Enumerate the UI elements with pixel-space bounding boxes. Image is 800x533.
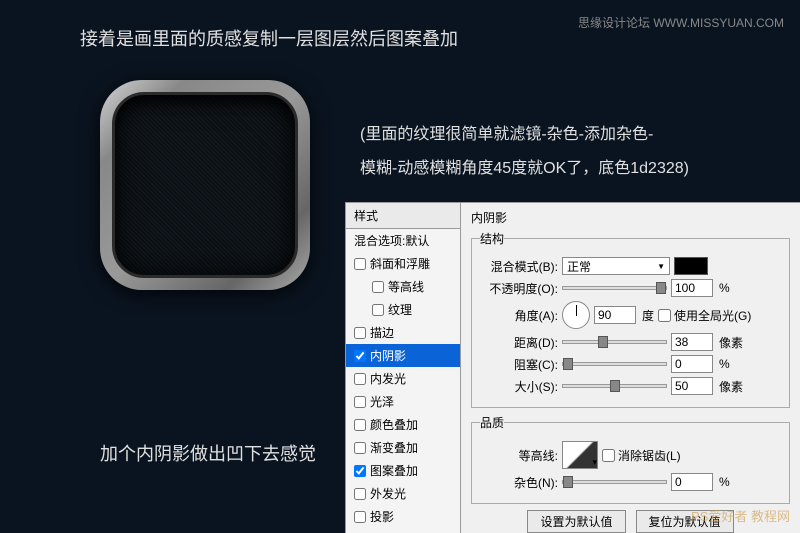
global-light-label[interactable]: 使用全局光(G) bbox=[658, 307, 751, 324]
anti-alias-label[interactable]: 消除锯齿(L) bbox=[602, 447, 681, 464]
drop-shadow-checkbox[interactable] bbox=[354, 511, 366, 523]
distance-slider[interactable] bbox=[562, 340, 667, 344]
noise-unit: % bbox=[719, 475, 730, 489]
angle-unit: 度 bbox=[642, 307, 654, 324]
global-light-checkbox[interactable] bbox=[658, 309, 671, 322]
styles-list: 样式 混合选项:默认 斜面和浮雕 等高线 纹理 描边 内阴影 内发光 光泽 颜色… bbox=[346, 203, 461, 533]
inner-shadow-properties: 内阴影 结构 混合模式(B): 正常 不透明度(O): % 角度(A): bbox=[461, 203, 800, 533]
size-slider[interactable] bbox=[562, 384, 667, 388]
style-satin[interactable]: 光泽 bbox=[346, 390, 460, 413]
choke-label: 阻塞(C): bbox=[480, 356, 558, 373]
blend-mode-select[interactable]: 正常 bbox=[562, 257, 670, 275]
style-color-overlay[interactable]: 颜色叠加 bbox=[346, 413, 460, 436]
contour-checkbox[interactable] bbox=[372, 281, 384, 293]
style-pattern-overlay[interactable]: 图案叠加 bbox=[346, 459, 460, 482]
angle-label: 角度(A): bbox=[480, 307, 558, 324]
quality-legend: 品质 bbox=[480, 414, 504, 431]
style-bevel[interactable]: 斜面和浮雕 bbox=[346, 252, 460, 275]
opacity-slider[interactable] bbox=[562, 286, 667, 290]
noise-label: 杂色(N): bbox=[480, 474, 558, 491]
angle-input[interactable] bbox=[594, 306, 636, 324]
corner-watermark: PS爱好者 教程网 bbox=[691, 506, 790, 525]
panel-title: 内阴影 bbox=[471, 209, 790, 226]
choke-slider[interactable] bbox=[562, 362, 667, 366]
gradient-overlay-checkbox[interactable] bbox=[354, 442, 366, 454]
opacity-input[interactable] bbox=[671, 279, 713, 297]
opacity-unit: % bbox=[719, 281, 730, 295]
style-texture[interactable]: 纹理 bbox=[346, 298, 460, 321]
noise-slider[interactable] bbox=[562, 480, 667, 484]
pattern-overlay-checkbox[interactable] bbox=[354, 465, 366, 477]
contour-picker[interactable] bbox=[562, 441, 598, 469]
distance-label: 距离(D): bbox=[480, 334, 558, 351]
angle-dial[interactable] bbox=[562, 301, 590, 329]
outer-glow-checkbox[interactable] bbox=[354, 488, 366, 500]
inner-glow-checkbox[interactable] bbox=[354, 373, 366, 385]
shadow-color-swatch[interactable] bbox=[674, 257, 708, 275]
style-blend-options[interactable]: 混合选项:默认 bbox=[346, 229, 460, 252]
texture-checkbox[interactable] bbox=[372, 304, 384, 316]
choke-input[interactable] bbox=[671, 355, 713, 373]
explanation-line-1: (里面的纹理很简单就滤镜-杂色-添加杂色- bbox=[360, 118, 689, 152]
inner-shadow-checkbox[interactable] bbox=[354, 350, 366, 362]
styles-header: 样式 bbox=[346, 203, 460, 229]
opacity-label: 不透明度(O): bbox=[480, 280, 558, 297]
style-inner-shadow[interactable]: 内阴影 bbox=[346, 344, 460, 367]
blend-mode-label: 混合模式(B): bbox=[480, 258, 558, 275]
choke-unit: % bbox=[719, 357, 730, 371]
texture-explanation: (里面的纹理很简单就滤镜-杂色-添加杂色- 模糊-动感模糊角度45度就OK了，底… bbox=[360, 118, 689, 186]
style-contour[interactable]: 等高线 bbox=[346, 275, 460, 298]
style-outer-glow[interactable]: 外发光 bbox=[346, 482, 460, 505]
size-input[interactable] bbox=[671, 377, 713, 395]
quality-group: 品质 等高线: 消除锯齿(L) 杂色(N): % bbox=[471, 414, 790, 504]
distance-unit: 像素 bbox=[719, 334, 743, 351]
inner-shadow-note: 加个内阴影做出凹下去感觉 bbox=[100, 440, 316, 466]
contour-label: 等高线: bbox=[480, 447, 558, 464]
icon-preview bbox=[100, 80, 310, 290]
style-drop-shadow[interactable]: 投影 bbox=[346, 505, 460, 528]
structure-group: 结构 混合模式(B): 正常 不透明度(O): % 角度(A): 度 使用全局光… bbox=[471, 230, 790, 408]
satin-checkbox[interactable] bbox=[354, 396, 366, 408]
distance-input[interactable] bbox=[671, 333, 713, 351]
style-stroke[interactable]: 描边 bbox=[346, 321, 460, 344]
header-instruction: 接着是画里面的质感复制一层图层然后图案叠加 bbox=[80, 25, 458, 51]
style-gradient-overlay[interactable]: 渐变叠加 bbox=[346, 436, 460, 459]
size-label: 大小(S): bbox=[480, 378, 558, 395]
stroke-checkbox[interactable] bbox=[354, 327, 366, 339]
explanation-line-2: 模糊-动感模糊角度45度就OK了，底色1d2328) bbox=[360, 152, 689, 186]
anti-alias-checkbox[interactable] bbox=[602, 449, 615, 462]
icon-inner-texture bbox=[112, 92, 298, 278]
bevel-checkbox[interactable] bbox=[354, 258, 366, 270]
color-overlay-checkbox[interactable] bbox=[354, 419, 366, 431]
layer-style-dialog: 样式 混合选项:默认 斜面和浮雕 等高线 纹理 描边 内阴影 内发光 光泽 颜色… bbox=[345, 202, 800, 533]
size-unit: 像素 bbox=[719, 378, 743, 395]
noise-input[interactable] bbox=[671, 473, 713, 491]
set-default-button[interactable]: 设置为默认值 bbox=[527, 510, 625, 533]
style-inner-glow[interactable]: 内发光 bbox=[346, 367, 460, 390]
structure-legend: 结构 bbox=[480, 230, 504, 247]
site-watermark: 思缘设计论坛 WWW.MISSYUAN.COM bbox=[578, 14, 784, 31]
